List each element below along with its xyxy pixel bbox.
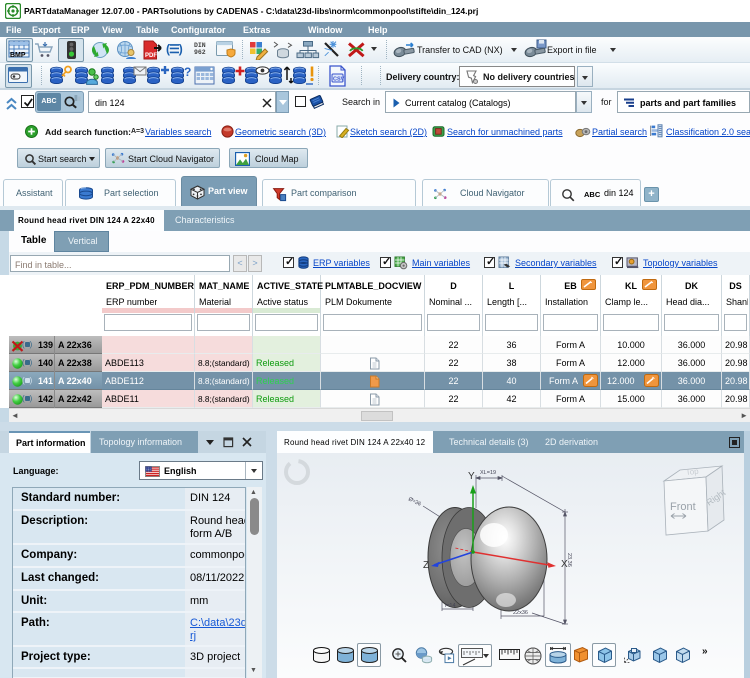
svg-text:l=14: l=14 (445, 603, 456, 609)
svg-text:PDF: PDF (145, 53, 157, 59)
svg-text:Y: Y (468, 471, 475, 482)
svg-text:Front: Front (670, 501, 696, 513)
svg-text:22x36: 22x36 (513, 610, 528, 616)
svg-text:Z: Z (423, 560, 429, 571)
svg-text:CSV: CSV (333, 77, 345, 83)
svg-text:23,36: 23,36 (566, 553, 572, 567)
svg-text:XL=19: XL=19 (480, 470, 496, 476)
svg-text:?: ? (184, 65, 191, 79)
svg-text:Top: Top (685, 467, 699, 477)
svg-text:Ø≈36: Ø≈36 (407, 496, 422, 507)
svg-text:BMP: BMP (10, 52, 26, 59)
